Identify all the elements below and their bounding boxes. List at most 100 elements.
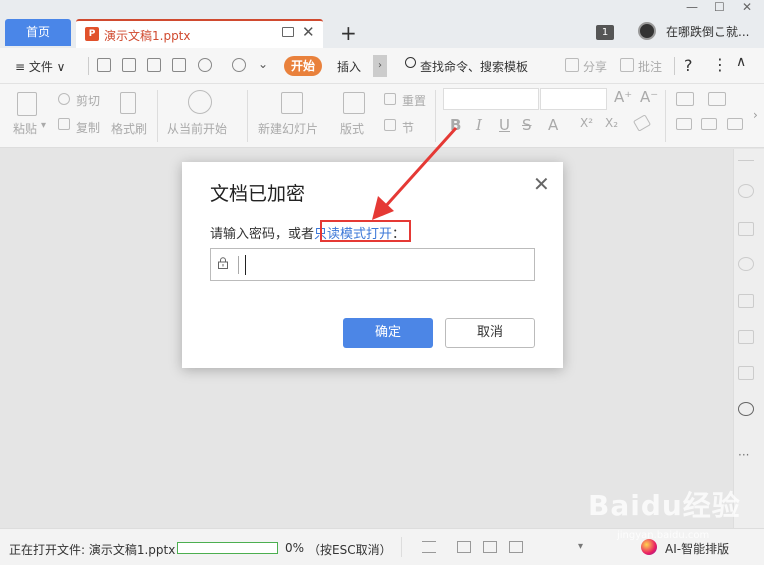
normal-view-icon[interactable] — [457, 541, 471, 553]
slides-icon[interactable] — [738, 222, 754, 236]
new-slide-button[interactable]: 新建幻灯片 — [258, 120, 318, 137]
text-shadow-icon[interactable]: A — [548, 116, 558, 134]
shapes-icon[interactable] — [738, 257, 754, 271]
encrypted-document-dialog: 文档已加密 ✕ 请输入密码，或者只读模式打开： 确定 取消 — [182, 162, 563, 368]
tab-home[interactable]: 首页 — [5, 19, 71, 46]
lock-icon — [218, 257, 228, 269]
open-progress-bar — [177, 542, 278, 554]
ai-layout-button[interactable]: AI-智能排版 — [665, 540, 729, 557]
tab-start[interactable]: 开始 — [284, 56, 322, 76]
password-field[interactable] — [210, 248, 535, 281]
sidebar-handle-icon[interactable] — [738, 160, 754, 161]
baidu-watermark: Baidu经验 — [588, 489, 741, 522]
bold-icon[interactable]: B — [450, 116, 461, 134]
zoom-dropdown-icon[interactable]: ▾ — [578, 541, 583, 552]
preview-icon[interactable] — [172, 58, 186, 72]
export-icon[interactable] — [738, 330, 754, 344]
format-painter-icon — [120, 92, 136, 114]
dialog-title: 文档已加密 — [210, 183, 306, 205]
redo-icon[interactable] — [232, 58, 246, 72]
progress-percent: 0% — [285, 541, 305, 555]
reset-button[interactable]: 重置 — [402, 92, 426, 109]
paste-icon — [17, 92, 37, 116]
reading-view-icon[interactable] — [509, 541, 523, 553]
tab-scroll-right-icon[interactable]: › — [373, 55, 387, 77]
paste-button[interactable]: 粘贴 — [13, 120, 37, 137]
ok-button[interactable]: 确定 — [343, 318, 433, 348]
font-grow-icon[interactable]: A⁺ — [614, 88, 632, 106]
ai-orb-icon — [641, 539, 657, 555]
print-icon[interactable] — [147, 58, 161, 72]
divider — [157, 90, 158, 142]
collapse-ribbon-icon[interactable]: ∧ — [736, 54, 746, 70]
paste-dropdown-icon[interactable]: ▾ — [41, 120, 46, 131]
layout-button[interactable]: 版式 — [340, 120, 364, 137]
window-close-icon[interactable]: ✕ — [742, 0, 752, 14]
star-icon[interactable] — [738, 184, 754, 198]
font-family-select[interactable] — [443, 88, 539, 110]
font-shrink-icon[interactable]: A⁻ — [640, 88, 658, 106]
quick-access-dropdown-icon[interactable]: ⌄ — [258, 57, 268, 71]
superscript-icon[interactable]: X² — [580, 116, 593, 130]
ribbon-scroll-right-icon[interactable]: › — [753, 108, 758, 122]
more-icon[interactable]: ⋮ — [712, 55, 728, 74]
divider — [401, 537, 402, 557]
divider — [435, 90, 436, 142]
numbered-list-icon[interactable] — [708, 92, 726, 106]
italic-icon[interactable]: I — [476, 116, 482, 134]
new-tab-button[interactable]: + — [340, 21, 357, 45]
tab-document-label: 演示文稿1.pptx — [104, 29, 191, 43]
divider — [674, 57, 675, 75]
title-bar: 首页 P 演示文稿1.pptx ✕ + 1 在哪跌倒こ就... — ☐ ✕ — [0, 0, 764, 48]
adjust-icon[interactable] — [738, 294, 754, 308]
more-tools-icon[interactable]: ··· — [738, 448, 749, 462]
align-right-icon[interactable] — [727, 118, 743, 130]
save-icon[interactable] — [97, 58, 111, 72]
from-current-button[interactable]: 从当前开始 — [167, 120, 227, 137]
align-left-icon[interactable] — [676, 118, 692, 130]
username-label[interactable]: 在哪跌倒こ就... — [666, 23, 749, 40]
image-icon[interactable] — [738, 366, 754, 380]
share-icon — [565, 58, 579, 72]
tab-insert[interactable]: 插入 — [337, 58, 361, 75]
divider — [665, 90, 666, 142]
avatar[interactable] — [638, 22, 656, 40]
field-divider — [238, 256, 239, 274]
search-icon — [405, 57, 416, 68]
section-icon — [384, 119, 396, 131]
cancel-button[interactable]: 取消 — [445, 318, 535, 348]
font-size-select[interactable] — [540, 88, 607, 110]
bullet-list-icon[interactable] — [676, 92, 694, 106]
monitor-icon[interactable] — [282, 27, 294, 37]
history-icon[interactable] — [738, 402, 754, 416]
tab-document[interactable]: P 演示文稿1.pptx ✕ — [76, 19, 323, 48]
underline-icon[interactable]: U — [499, 116, 510, 134]
cloud-icon[interactable] — [122, 58, 136, 72]
comment-button[interactable]: 批注 — [638, 58, 662, 75]
help-icon[interactable]: ? — [684, 56, 693, 75]
command-search[interactable]: 查找命令、搜索模板 — [420, 58, 528, 75]
notification-badge[interactable]: 1 — [596, 25, 614, 40]
prompt-text: 请输入密码，或者 — [210, 227, 315, 242]
section-button[interactable]: 节 — [402, 119, 414, 136]
eraser-icon[interactable] — [632, 114, 652, 132]
format-painter-button[interactable]: 格式刷 — [111, 120, 147, 137]
grid-view-icon[interactable] — [483, 541, 497, 553]
strikethrough-icon[interactable]: S — [522, 116, 532, 134]
ribbon: 粘贴 ▾ 剪切 复制 格式刷 从当前开始 新建幻灯片 版式 重置 节 A⁺ A⁻… — [0, 84, 764, 148]
text-caret — [245, 255, 246, 275]
tab-close-icon[interactable]: ✕ — [302, 23, 315, 41]
comment-icon — [620, 58, 634, 72]
notes-icon[interactable] — [422, 541, 436, 553]
maximize-icon[interactable]: ☐ — [714, 0, 725, 14]
subscript-icon[interactable]: X₂ — [605, 116, 618, 130]
copy-icon — [58, 118, 70, 130]
undo-icon[interactable] — [198, 58, 212, 72]
file-menu[interactable]: ≡ 文件 ∨ — [15, 58, 65, 75]
cut-button[interactable]: 剪切 — [76, 92, 100, 109]
dialog-close-icon[interactable]: ✕ — [533, 172, 550, 196]
minimize-icon[interactable]: — — [686, 0, 698, 14]
align-center-icon[interactable] — [701, 118, 717, 130]
share-button[interactable]: 分享 — [583, 58, 607, 75]
copy-button[interactable]: 复制 — [76, 119, 100, 136]
